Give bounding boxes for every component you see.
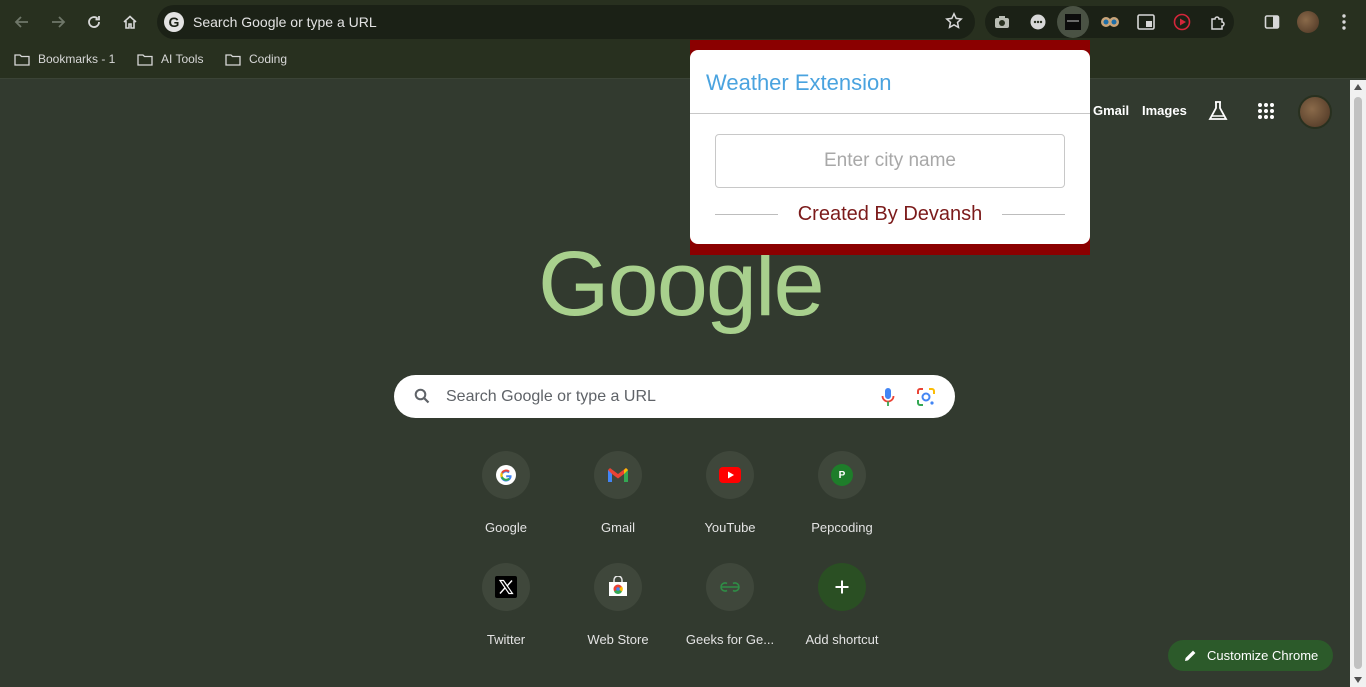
search-box[interactable]: Search Google or type a URL (394, 375, 955, 418)
shortcut-label: Pepcoding (811, 520, 873, 535)
side-panel-icon (1264, 15, 1280, 29)
gfg-icon (720, 582, 740, 592)
owl-extension-icon[interactable] (1098, 10, 1122, 34)
images-link[interactable]: Images (1142, 103, 1187, 118)
folder-icon (225, 53, 241, 66)
apps-grid-icon[interactable] (1257, 102, 1275, 125)
shortcut-label: Twitter (486, 632, 526, 647)
bookmarks-bar: Bookmarks - 1 AI Tools Coding (0, 44, 1366, 79)
back-button[interactable] (6, 6, 38, 38)
shortcut-tile[interactable]: Geeks for Ge... (674, 563, 786, 647)
city-name-input[interactable] (715, 134, 1065, 188)
folder-icon (137, 53, 153, 66)
gmail-icon (608, 467, 628, 482)
side-panel-button[interactable] (1256, 6, 1288, 38)
page-scrollbar[interactable] (1350, 80, 1366, 687)
scrollbar-thumb[interactable] (1354, 97, 1362, 669)
search-input[interactable]: Search Google or type a URL (446, 388, 656, 406)
search-icon (414, 388, 430, 409)
add-shortcut-button[interactable]: Add shortcut (786, 563, 898, 647)
shortcut-tile[interactable]: P Pepcoding (786, 451, 898, 535)
back-arrow-icon (14, 16, 28, 28)
customize-label: Customize Chrome (1207, 648, 1319, 663)
bookmark-label: Bookmarks - 1 (38, 52, 116, 66)
reload-button[interactable] (78, 6, 110, 38)
pencil-icon (1185, 650, 1196, 661)
browser-toolbar: G Search Google or type a URL (0, 0, 1366, 44)
credit-text: Created By Devansh (797, 203, 983, 225)
folder-icon (14, 53, 30, 66)
shortcut-tile[interactable]: YouTube (674, 451, 786, 535)
shortcut-tile[interactable]: Web Store (562, 563, 674, 647)
weather-extension-popup: Weather Extension Created By Devansh (690, 40, 1090, 255)
profile-avatar (1297, 11, 1319, 33)
shortcut-icon-holder (594, 563, 642, 611)
profile-button[interactable] (1292, 6, 1324, 38)
shortcut-label: Geeks for Ge... (685, 632, 775, 647)
lens-search-icon[interactable] (916, 387, 936, 412)
google-icon (496, 465, 516, 485)
shortcut-tile[interactable]: Google (450, 451, 562, 535)
omnibox-text[interactable]: Search Google or type a URL (193, 14, 377, 30)
x-icon (495, 576, 517, 598)
forward-arrow-icon (52, 16, 66, 28)
labs-flask-icon[interactable] (1207, 100, 1229, 127)
google-g-icon: G (164, 12, 184, 32)
shortcut-icon-holder (818, 563, 866, 611)
popup-divider (690, 113, 1090, 114)
shortcut-label: YouTube (704, 520, 756, 535)
voice-search-icon[interactable] (881, 387, 895, 412)
bookmark-folder[interactable]: Bookmarks - 1 (14, 52, 115, 66)
shortcut-label: Gmail (601, 520, 635, 535)
kebab-menu-icon (1342, 14, 1346, 30)
shortcut-label: Google (485, 520, 527, 535)
pip-extension-icon[interactable] (1134, 10, 1158, 34)
forward-button[interactable] (42, 6, 74, 38)
puzzle-extensions-icon[interactable] (1206, 10, 1230, 34)
scroll-down-arrow-icon[interactable] (1354, 677, 1362, 683)
home-button[interactable] (114, 6, 146, 38)
popup-title: Weather Extension (706, 70, 892, 95)
weather-extension-icon[interactable] (1061, 10, 1085, 34)
bookmark-folder[interactable]: Coding (225, 52, 287, 66)
plus-icon (835, 580, 849, 594)
shortcut-icon-holder (482, 563, 530, 611)
shortcut-label: Add shortcut (805, 632, 879, 647)
record-extension-icon[interactable] (1170, 10, 1194, 34)
customize-chrome-button[interactable]: Customize Chrome (1168, 640, 1333, 671)
web-store-icon (609, 576, 627, 596)
shortcut-label: Web Store (587, 632, 649, 647)
dots-extension-icon[interactable] (1026, 10, 1050, 34)
shortcut-icon-holder (594, 451, 642, 499)
shortcut-icon-holder (482, 451, 530, 499)
shortcut-tile[interactable]: Twitter (450, 563, 562, 647)
pepcoding-icon: P (831, 464, 853, 486)
reload-icon (88, 16, 100, 28)
menu-button[interactable] (1328, 6, 1360, 38)
shortcut-icon-holder (706, 563, 754, 611)
popup-card: Weather Extension Created By Devansh (690, 50, 1090, 244)
shortcut-icon-holder (706, 451, 754, 499)
gmail-link[interactable]: Gmail (1093, 103, 1129, 118)
bookmark-star-icon[interactable] (945, 12, 963, 35)
shortcut-icon-holder: P (818, 451, 866, 499)
shortcut-tile[interactable]: Gmail (562, 451, 674, 535)
bookmark-label: AI Tools (161, 52, 204, 66)
account-avatar[interactable] (1298, 95, 1332, 129)
camera-extension-icon[interactable] (990, 10, 1014, 34)
scroll-up-arrow-icon[interactable] (1354, 84, 1362, 90)
home-icon (123, 15, 137, 29)
youtube-icon (719, 467, 741, 483)
bookmark-label: Coding (249, 52, 288, 66)
extensions-area (985, 6, 1234, 38)
omnibox[interactable]: G Search Google or type a URL (157, 5, 975, 39)
bookmark-folder[interactable]: AI Tools (137, 52, 203, 66)
